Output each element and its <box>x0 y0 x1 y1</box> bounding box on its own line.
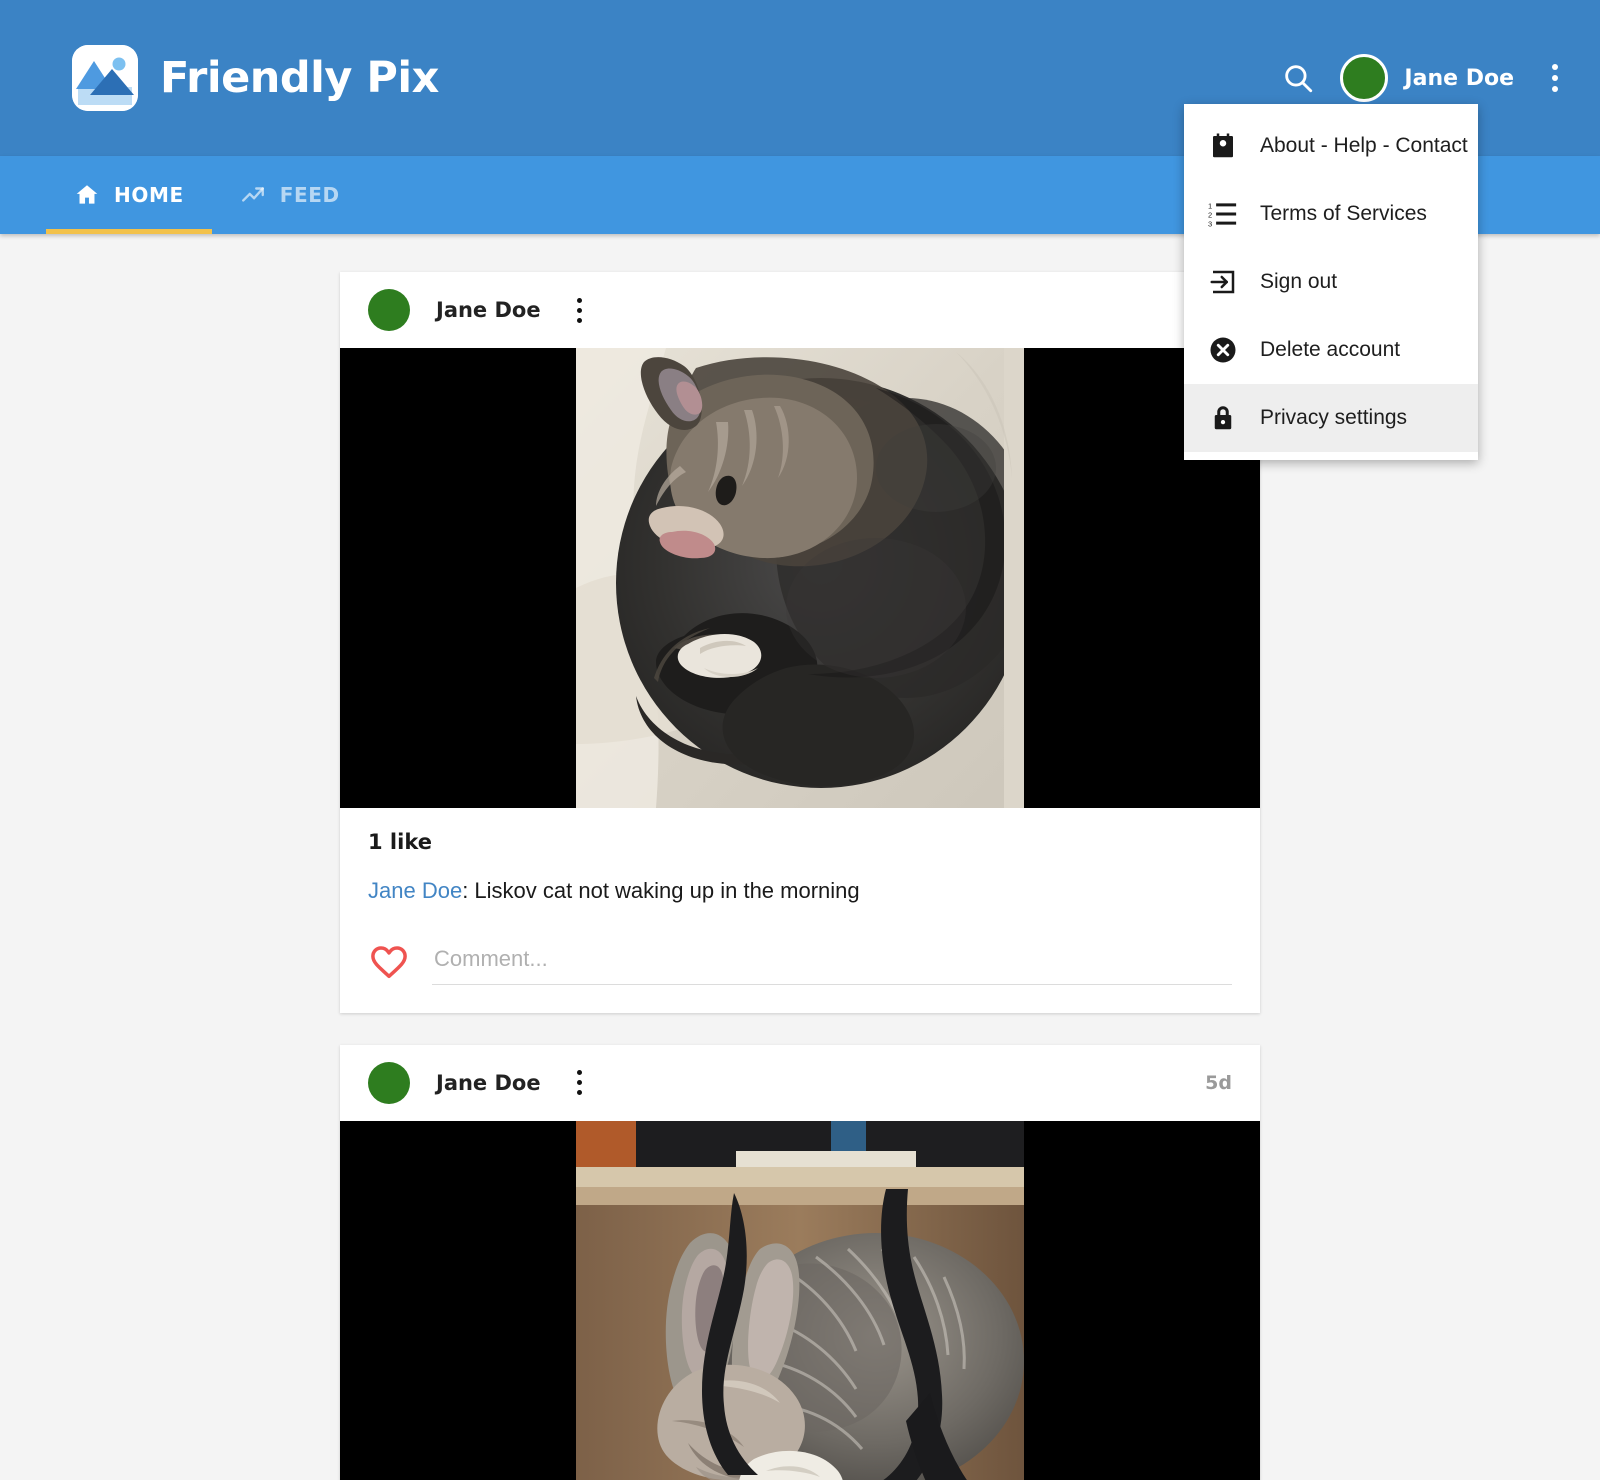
menu-item-label: Delete account <box>1260 338 1401 361</box>
menu-item-sign-out[interactable]: Sign out <box>1184 248 1478 316</box>
like-count: 1 like <box>368 830 432 854</box>
svg-text:1: 1 <box>1208 201 1212 210</box>
post-timestamp: 5d <box>1205 1071 1232 1094</box>
lock-icon <box>1214 406 1232 430</box>
post-card: Jane Doe 1 like Jane Doe: Liskov cat not… <box>340 272 1260 1013</box>
heart-outline-icon[interactable] <box>368 941 410 983</box>
menu-item-label: Terms of Services <box>1260 202 1427 225</box>
tab-feed[interactable]: FEED <box>212 156 368 234</box>
caption-separator: : <box>462 878 475 903</box>
comment-input[interactable] <box>432 939 1232 985</box>
trending-up-icon <box>241 187 264 202</box>
app-header: Friendly Pix Jane Doe About - Help - Con… <box>0 0 1600 460</box>
post-header: Jane Doe 5d <box>340 1045 1260 1121</box>
comment-row <box>340 916 1260 1013</box>
user-dropdown-menu[interactable]: About - Help - Contact 1 2 3 Terms of Se… <box>1184 104 1478 460</box>
post-card: Jane Doe 5d <box>340 1044 1260 1480</box>
home-icon <box>76 185 98 204</box>
post-caption: Jane Doe: Liskov cat not waking up in th… <box>368 876 1232 906</box>
caption-author[interactable]: Jane Doe <box>368 878 462 903</box>
brand[interactable]: Friendly Pix <box>72 45 439 111</box>
ordered-list-icon: 1 2 3 <box>1208 201 1237 229</box>
exit-to-app-icon <box>1210 270 1235 294</box>
tab-home[interactable]: HOME <box>46 156 212 234</box>
menu-item-about-help-contact[interactable]: About - Help - Contact <box>1184 112 1478 180</box>
menu-item-terms-of-services[interactable]: 1 2 3 Terms of Services <box>1184 180 1478 248</box>
svg-text:2: 2 <box>1208 211 1212 220</box>
post-body: 1 like Jane Doe: Liskov cat not waking u… <box>340 808 1260 916</box>
menu-item-label: Privacy settings <box>1260 406 1408 429</box>
avatar[interactable] <box>368 289 410 331</box>
app-title: Friendly Pix <box>160 53 439 103</box>
account-box-icon <box>1213 133 1233 158</box>
kebab-menu-icon[interactable] <box>567 290 593 330</box>
post-image <box>576 348 1024 808</box>
post-image <box>576 1120 1024 1480</box>
tab-label: FEED <box>279 183 340 207</box>
post-author[interactable]: Jane Doe <box>436 1071 541 1095</box>
kebab-menu-icon[interactable] <box>567 1063 593 1103</box>
svg-text:3: 3 <box>1208 220 1212 229</box>
tab-label: HOME <box>114 183 184 207</box>
menu-item-label: About - Help - Contact <box>1260 134 1468 157</box>
post-header: Jane Doe <box>340 272 1260 348</box>
menu-item-label: Sign out <box>1260 270 1338 293</box>
menu-item-delete-account[interactable]: Delete account <box>1184 316 1478 384</box>
caption-text: Liskov cat not waking up in the morning <box>474 878 860 903</box>
post-image-container[interactable] <box>340 1120 1260 1480</box>
post-author[interactable]: Jane Doe <box>436 298 541 322</box>
photo-mountain-icon <box>72 45 138 111</box>
menu-item-privacy-settings[interactable]: Privacy settings <box>1184 384 1478 452</box>
avatar[interactable] <box>1340 54 1389 102</box>
kebab-menu-icon[interactable] <box>1540 56 1570 100</box>
close-circle-icon <box>1210 337 1236 363</box>
avatar[interactable] <box>368 1061 410 1104</box>
post-image-container[interactable] <box>340 348 1260 808</box>
user-name[interactable]: Jane Doe <box>1404 66 1514 91</box>
search-icon[interactable] <box>1270 50 1326 106</box>
